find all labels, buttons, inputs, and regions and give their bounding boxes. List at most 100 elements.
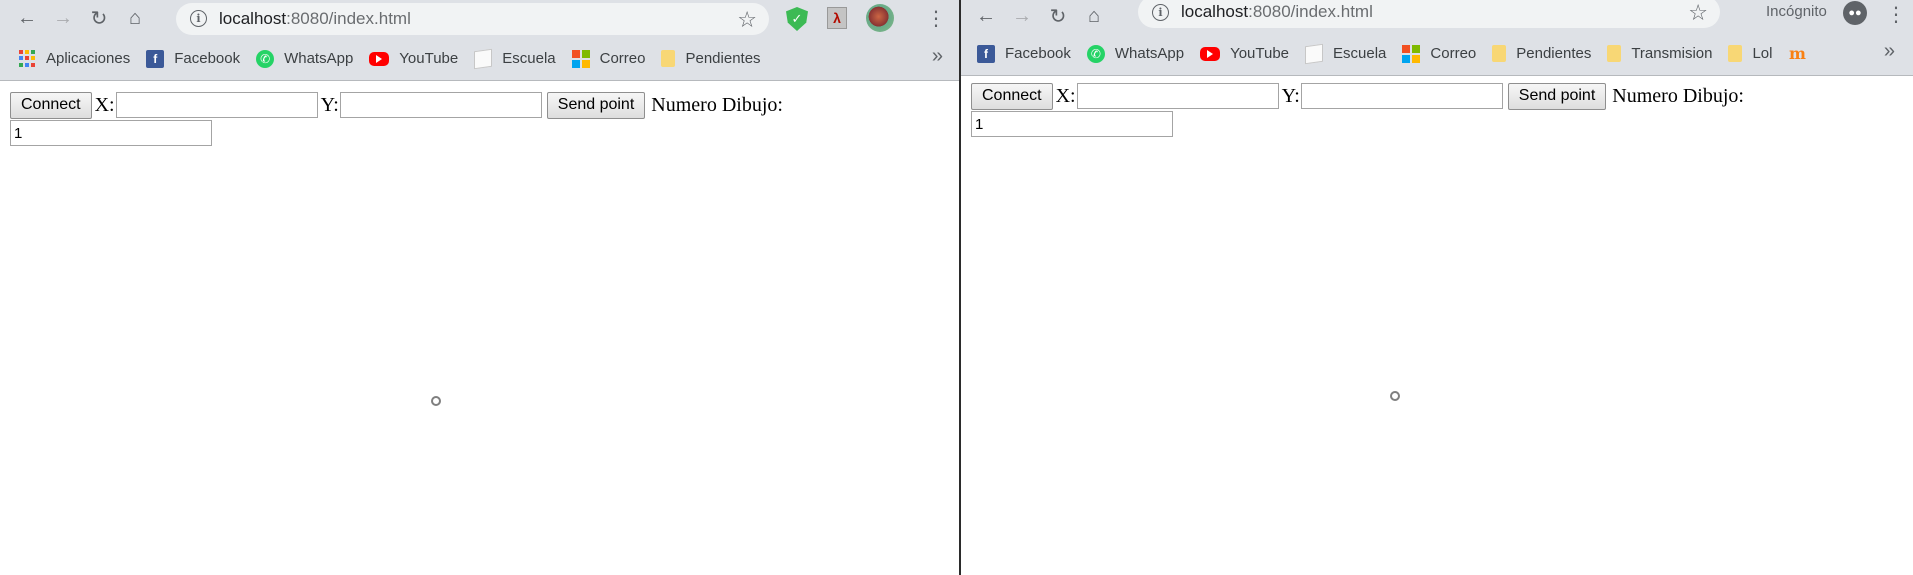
drawn-point bbox=[431, 396, 441, 406]
folder-icon bbox=[1607, 45, 1622, 62]
drawing-controls: Connect X: Y: Send point Numero Dibujo: … bbox=[971, 82, 1911, 138]
numero-dibujo-input[interactable]: 1 bbox=[10, 120, 212, 146]
bookmark-label: Correo bbox=[1430, 45, 1477, 62]
connect-button[interactable]: Connect bbox=[971, 82, 1053, 110]
drawn-point bbox=[1390, 391, 1400, 401]
bookmark-aplicaciones[interactable]: Aplicaciones bbox=[10, 45, 138, 73]
bookmark-label: Facebook bbox=[174, 50, 241, 67]
folder-icon bbox=[1492, 45, 1507, 62]
folder-icon bbox=[661, 50, 676, 67]
profile-avatar-icon[interactable] bbox=[866, 4, 894, 32]
bookmark-youtube[interactable]: YouTube bbox=[1192, 40, 1297, 68]
bookmark-label: Facebook bbox=[1005, 45, 1071, 62]
folder-icon bbox=[1728, 45, 1743, 62]
facebook-icon: f bbox=[977, 44, 995, 63]
bookmark-label: YouTube bbox=[1230, 45, 1290, 62]
y-label: Y: bbox=[1281, 84, 1300, 107]
pdf-extension-icon[interactable]: λ bbox=[827, 7, 847, 29]
bookmark-escuela[interactable]: Escuela bbox=[466, 45, 563, 73]
back-icon[interactable]: ← bbox=[968, 0, 1004, 34]
numero-dibujo-input[interactable]: 1 bbox=[971, 111, 1173, 137]
y-input[interactable] bbox=[1300, 83, 1503, 109]
whatsapp-icon: ✆ bbox=[1086, 44, 1105, 63]
moodle-icon: m bbox=[1789, 44, 1806, 63]
address-bar[interactable]: i localhost:8080/index.html ☆ bbox=[176, 2, 769, 35]
whatsapp-icon: ✆ bbox=[256, 49, 275, 68]
more-bookmarks-icon[interactable]: » bbox=[1884, 40, 1895, 63]
numero-dibujo-label: Numero Dibujo: bbox=[651, 93, 783, 116]
bookmark-correo[interactable]: Correo bbox=[1394, 40, 1484, 68]
forward-icon[interactable]: → bbox=[1004, 0, 1040, 34]
reload-icon[interactable]: ↻ bbox=[1040, 0, 1076, 34]
bookmark-escuela[interactable]: Escuela bbox=[1297, 40, 1394, 68]
bookmark-label: Aplicaciones bbox=[46, 50, 131, 67]
bookmarks-bar: Aplicaciones f Facebook ✆ WhatsApp YouTu… bbox=[0, 37, 961, 81]
bookmark-correo[interactable]: Correo bbox=[564, 45, 654, 73]
y-input[interactable] bbox=[339, 92, 542, 118]
bookmark-pendientes[interactable]: Pendientes bbox=[1484, 40, 1599, 68]
shield-extension-icon[interactable]: ✓ bbox=[786, 7, 808, 31]
facebook-icon: f bbox=[146, 49, 165, 68]
bookmark-label: YouTube bbox=[399, 50, 459, 67]
more-bookmarks-icon[interactable]: » bbox=[932, 45, 943, 68]
x-input[interactable] bbox=[115, 92, 318, 118]
site-info-icon[interactable]: i bbox=[190, 10, 207, 27]
browser-window-left: ← → ↻ ⌂ i localhost:8080/index.html ☆ ✓ … bbox=[0, 0, 961, 575]
youtube-icon bbox=[1200, 46, 1221, 61]
forward-icon[interactable]: → bbox=[45, 1, 81, 37]
numero-dibujo-label: Numero Dibujo: bbox=[1612, 84, 1744, 107]
url-text[interactable]: localhost:8080/index.html bbox=[219, 9, 411, 29]
page-content: Connect X: Y: Send point Numero Dibujo: … bbox=[961, 76, 1913, 570]
send-point-button[interactable]: Send point bbox=[546, 91, 646, 119]
document-icon bbox=[1305, 43, 1324, 64]
bookmark-facebook[interactable]: f Facebook bbox=[138, 45, 248, 73]
x-input[interactable] bbox=[1076, 83, 1279, 109]
y-label: Y: bbox=[320, 93, 339, 116]
bookmark-label: WhatsApp bbox=[284, 50, 354, 67]
bookmarks-bar: f Facebook ✆ WhatsApp YouTube Escuela Co… bbox=[961, 32, 1913, 76]
connect-button[interactable]: Connect bbox=[10, 91, 92, 119]
youtube-icon bbox=[369, 51, 390, 66]
bookmark-whatsapp[interactable]: ✆ WhatsApp bbox=[1079, 40, 1192, 68]
desktop: ← → ↻ ⌂ i localhost:8080/index.html ☆ ✓ … bbox=[0, 0, 1913, 575]
x-label: X: bbox=[1055, 84, 1076, 107]
address-bar[interactable]: i localhost:8080/index.html ☆ bbox=[1138, 0, 1720, 28]
browser-toolbar: ← → ↻ ⌂ i localhost:8080/index.html ☆ ✓ … bbox=[0, 0, 961, 37]
browser-window-right-incognito: ← → ↻ ⌂ i localhost:8080/index.html ☆ In… bbox=[961, 0, 1913, 575]
bookmark-label: WhatsApp bbox=[1114, 45, 1185, 62]
site-info-icon[interactable]: i bbox=[1152, 3, 1169, 21]
reload-icon[interactable]: ↻ bbox=[81, 1, 117, 37]
url-text[interactable]: localhost:8080/index.html bbox=[1181, 2, 1373, 22]
bookmark-label: Pendientes bbox=[1516, 45, 1592, 62]
home-icon[interactable]: ⌂ bbox=[1076, 0, 1112, 34]
bookmark-youtube[interactable]: YouTube bbox=[361, 45, 466, 73]
bookmark-facebook[interactable]: f Facebook bbox=[969, 40, 1079, 68]
bookmark-label: Correo bbox=[599, 50, 646, 67]
back-icon[interactable]: ← bbox=[9, 1, 45, 37]
page-content: Connect X: Y: Send point Numero Dibujo: … bbox=[0, 81, 961, 575]
bookmark-pendientes[interactable]: Pendientes bbox=[653, 45, 768, 73]
bookmark-star-icon[interactable]: ☆ bbox=[1688, 0, 1708, 26]
incognito-icon[interactable]: ●● bbox=[1843, 1, 1867, 25]
bookmark-label: Pendientes bbox=[685, 50, 761, 67]
bookmark-label: Escuela bbox=[1333, 45, 1387, 62]
bookmark-moodle[interactable]: m bbox=[1781, 40, 1825, 68]
incognito-label: Incógnito bbox=[1766, 3, 1827, 20]
home-icon[interactable]: ⌂ bbox=[117, 1, 153, 37]
microsoft-icon bbox=[571, 49, 590, 68]
menu-kebab-icon[interactable]: ⋮ bbox=[1886, 2, 1906, 27]
bookmark-lol[interactable]: Lol bbox=[1720, 40, 1780, 68]
x-label: X: bbox=[94, 93, 115, 116]
bookmark-whatsapp[interactable]: ✆ WhatsApp bbox=[248, 45, 361, 73]
bookmark-label: Lol bbox=[1752, 45, 1773, 62]
bookmark-label: Transmision bbox=[1631, 45, 1713, 62]
microsoft-icon bbox=[1402, 44, 1421, 63]
send-point-button[interactable]: Send point bbox=[1507, 82, 1607, 110]
bookmark-star-icon[interactable]: ☆ bbox=[737, 7, 757, 33]
bookmark-transmision[interactable]: Transmision bbox=[1599, 40, 1720, 68]
drawing-controls: Connect X: Y: Send point Numero Dibujo: … bbox=[10, 91, 950, 147]
document-icon bbox=[474, 48, 493, 69]
browser-toolbar: ← → ↻ ⌂ i localhost:8080/index.html ☆ In… bbox=[961, 0, 1913, 32]
apps-icon bbox=[18, 49, 36, 68]
menu-kebab-icon[interactable]: ⋮ bbox=[926, 6, 946, 31]
